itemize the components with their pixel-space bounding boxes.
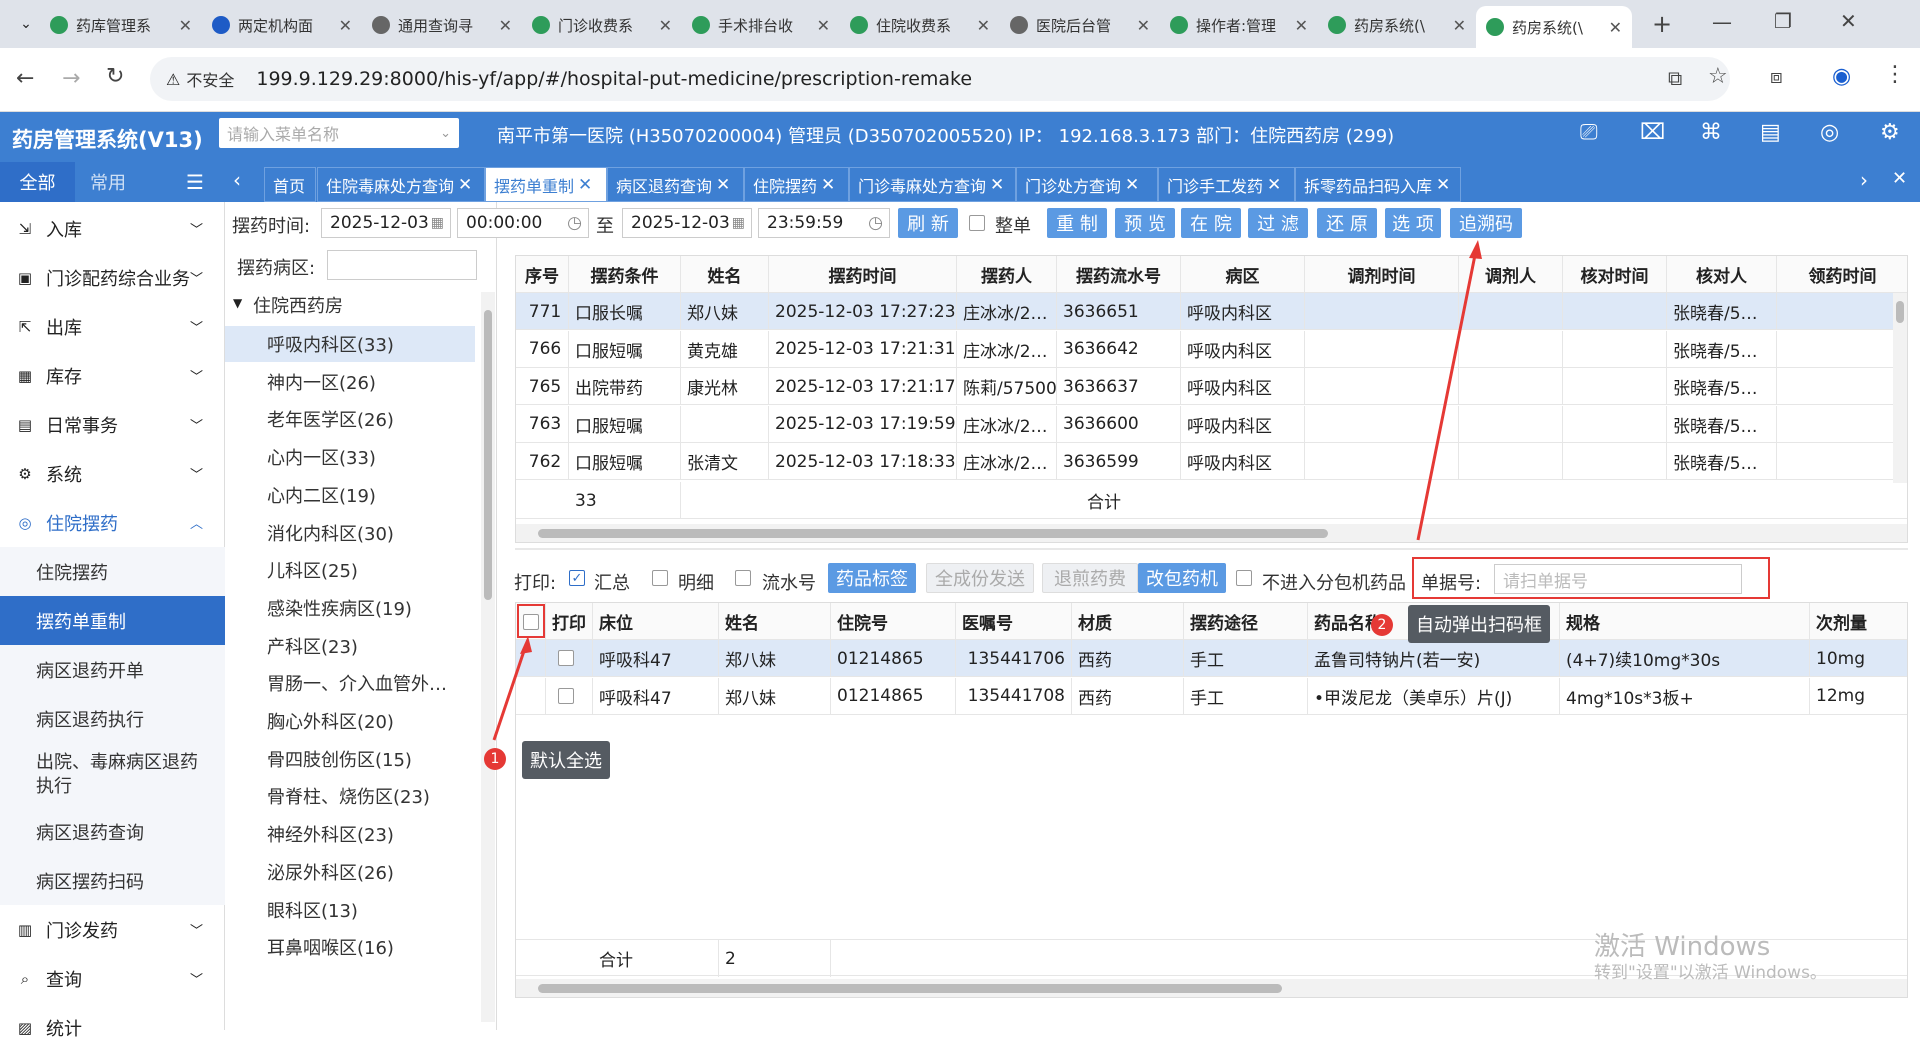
arrow-to-select-all bbox=[492, 644, 528, 741]
step-one-badge: 1 bbox=[484, 748, 506, 770]
arrow-head-2 bbox=[1469, 240, 1482, 259]
arrow-head-1 bbox=[520, 636, 532, 654]
select-all-tooltip: 默认全选 bbox=[522, 741, 610, 779]
activation-watermark-text: 转到"设置"以激活 Windows。 bbox=[1594, 963, 1827, 983]
auto-scan-tooltip: 自动弹出扫码框 bbox=[1408, 605, 1550, 643]
arrow-to-trace-button bbox=[1416, 249, 1478, 541]
annotation-arrows bbox=[492, 240, 1482, 741]
step-two-badge: 2 bbox=[1371, 614, 1393, 636]
